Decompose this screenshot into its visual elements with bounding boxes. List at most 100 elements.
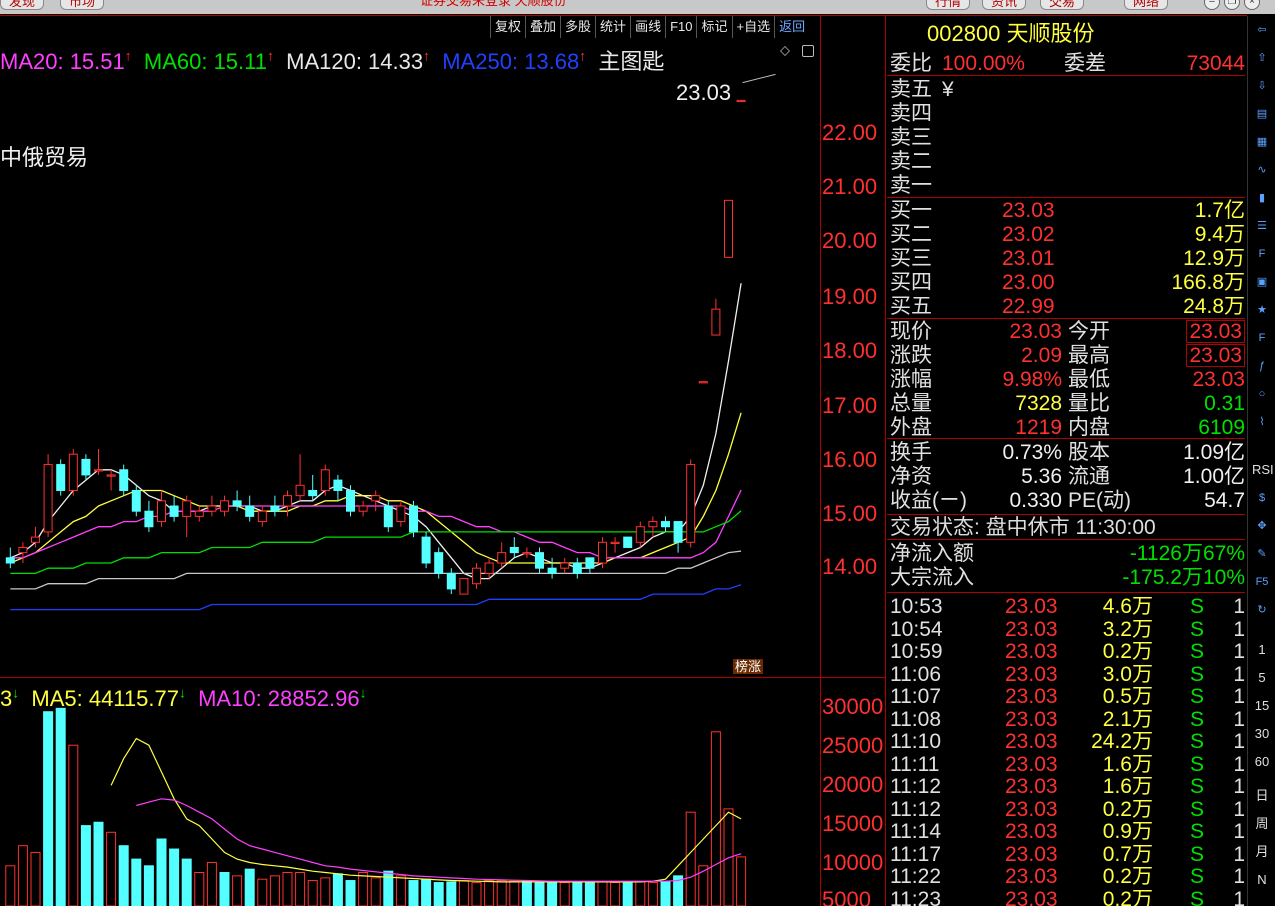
period-30min[interactable]: 30 bbox=[1252, 724, 1272, 744]
separator bbox=[887, 592, 1245, 593]
volume-bar bbox=[43, 711, 54, 906]
period-15min[interactable]: 15 bbox=[1252, 696, 1272, 716]
f12-icon[interactable]: F bbox=[1252, 328, 1272, 348]
candle-icon[interactable]: ▮ bbox=[1252, 188, 1272, 208]
tick-row[interactable]: 11:10 23.03 24.2万 S 1 bbox=[890, 730, 1245, 753]
tick-row[interactable]: 11:11 23.03 1.6万 S 1 bbox=[890, 753, 1245, 776]
tick-volume: 0.2万 bbox=[1102, 640, 1153, 663]
restore-icon[interactable]: ❐ bbox=[1224, 0, 1240, 10]
volume-bar bbox=[269, 875, 280, 906]
info-button[interactable]: 资讯 bbox=[982, 0, 1027, 10]
price-tick-19: 19.00 bbox=[822, 284, 878, 309]
fundamental-label: 流通 bbox=[1068, 465, 1110, 488]
report-icon[interactable]: ▤ bbox=[1252, 104, 1272, 124]
dollar-icon[interactable]: $ bbox=[1252, 488, 1272, 508]
volume-bar bbox=[332, 873, 343, 906]
buy-level-price: 23.03 bbox=[1002, 199, 1055, 222]
flow-value: -1126万67% bbox=[1129, 542, 1245, 565]
tick-side: S bbox=[1190, 707, 1205, 731]
candle-body bbox=[106, 474, 116, 477]
tick-price: 23.03 bbox=[1005, 820, 1058, 843]
tick-price: 23.03 bbox=[1005, 730, 1058, 753]
buy-level-label: 买二 bbox=[890, 223, 932, 246]
tick-count: 1 bbox=[1233, 640, 1245, 663]
candle-body bbox=[509, 546, 519, 554]
trade-button[interactable]: 交易 bbox=[1040, 0, 1085, 10]
kline-chart[interactable] bbox=[0, 0, 820, 906]
tick-row[interactable]: 11:23 23.03 0.2万 S 1 bbox=[890, 888, 1245, 906]
tick-row[interactable]: 10:53 23.03 4.6万 S 1 bbox=[890, 595, 1245, 618]
tick-row[interactable]: 11:08 23.03 2.1万 S 1 bbox=[890, 708, 1245, 731]
minimize-icon[interactable]: – bbox=[1204, 0, 1220, 10]
vol_ma10-line bbox=[136, 798, 742, 882]
candle-body bbox=[560, 562, 570, 569]
f5-icon[interactable]: F5 bbox=[1252, 572, 1272, 592]
period-N[interactable]: N bbox=[1252, 870, 1272, 890]
arrow-up-icon[interactable]: ⇧ bbox=[1252, 48, 1272, 68]
list-icon[interactable]: ☰ bbox=[1252, 216, 1272, 236]
tick-side: S bbox=[1190, 662, 1205, 686]
tick-row[interactable]: 11:12 23.03 1.6万 S 1 bbox=[890, 775, 1245, 798]
period-60min[interactable]: 60 bbox=[1252, 752, 1272, 772]
period-1min[interactable]: 1 bbox=[1252, 640, 1272, 660]
candle-body bbox=[711, 308, 721, 336]
tick-row[interactable]: 11:07 23.03 0.5万 S 1 bbox=[890, 685, 1245, 708]
tick-row[interactable]: 11:06 23.03 3.0万 S 1 bbox=[890, 663, 1245, 686]
tick-count: 1 bbox=[1233, 865, 1245, 888]
volume-bar bbox=[156, 838, 167, 906]
flow-row: 净流入额 -1126万67% bbox=[890, 542, 1245, 565]
stat-value: 2.09 bbox=[1021, 344, 1062, 367]
stat-value: 23.03 bbox=[1186, 344, 1245, 367]
sell-level-row: 卖二 bbox=[890, 150, 1245, 173]
volume-bar bbox=[584, 882, 595, 906]
tick-time: 11:22 bbox=[890, 865, 941, 888]
stat-value: 7328 bbox=[1015, 392, 1062, 415]
volume-bar bbox=[383, 870, 394, 906]
pencil-icon[interactable]: ✎ bbox=[1252, 544, 1272, 564]
move-icon[interactable]: ✥ bbox=[1252, 516, 1272, 536]
tick-row[interactable]: 11:12 23.03 0.2万 S 1 bbox=[890, 798, 1245, 821]
tick-volume: 3.2万 bbox=[1102, 617, 1153, 641]
tick-row[interactable]: 11:17 23.03 0.7万 S 1 bbox=[890, 843, 1245, 866]
tick-row[interactable]: 11:14 23.03 0.9万 S 1 bbox=[890, 820, 1245, 843]
arrow-left-icon[interactable]: ⇦ bbox=[1252, 20, 1272, 40]
buy-level-volume: 9.4万 bbox=[1194, 223, 1245, 246]
candle-body bbox=[295, 484, 305, 497]
period-周[interactable]: 周 bbox=[1252, 814, 1272, 834]
line-chart-icon[interactable]: ∿ bbox=[1252, 160, 1272, 180]
tick-row[interactable]: 10:54 23.03 3.2万 S 1 bbox=[890, 618, 1245, 641]
candle-body bbox=[409, 505, 418, 533]
period-5min[interactable]: 5 bbox=[1252, 668, 1272, 688]
period-月[interactable]: 月 bbox=[1252, 842, 1272, 862]
close-icon[interactable]: × bbox=[1244, 0, 1260, 10]
grid-icon[interactable]: ▦ bbox=[1252, 132, 1272, 152]
volume-bar bbox=[622, 882, 633, 906]
f10-icon[interactable]: F bbox=[1252, 244, 1272, 264]
tick-time: 10:54 bbox=[890, 617, 943, 641]
sell-level-price: ¥ bbox=[942, 78, 954, 101]
formula-icon[interactable]: ƒ bbox=[1252, 356, 1272, 376]
tick-volume: 0.7万 bbox=[1102, 842, 1153, 866]
refresh-icon[interactable]: ↻ bbox=[1252, 600, 1272, 620]
favorite-icon[interactable]: ★ bbox=[1252, 300, 1272, 320]
tick-side: S bbox=[1190, 685, 1205, 708]
stat-label: 内盘 bbox=[1068, 416, 1110, 439]
tick-row[interactable]: 10:59 23.03 0.2万 S 1 bbox=[890, 640, 1245, 663]
arrow-down-icon[interactable]: ⇩ bbox=[1252, 76, 1272, 96]
tick-row[interactable]: 11:22 23.03 0.2万 S 1 bbox=[890, 865, 1245, 888]
volume-bar bbox=[345, 880, 356, 906]
period-日[interactable]: 日 bbox=[1252, 786, 1272, 806]
tick-price: 23.03 bbox=[1005, 842, 1058, 866]
buy-level-label: 买三 bbox=[890, 247, 932, 270]
tick-count: 1 bbox=[1233, 707, 1245, 731]
tick-volume: 0.5万 bbox=[1102, 685, 1153, 708]
tick-price: 23.03 bbox=[1005, 707, 1058, 731]
stat-value: 23.03 bbox=[1192, 368, 1245, 391]
settings-icon[interactable]: ○ bbox=[1252, 384, 1272, 404]
rsi-button[interactable]: RSI bbox=[1252, 460, 1274, 480]
news-icon[interactable]: ▣ bbox=[1252, 272, 1272, 292]
kline-icon[interactable]: ⌇ bbox=[1252, 412, 1272, 432]
candle-body bbox=[736, 99, 746, 103]
network-button[interactable]: 网络 bbox=[1124, 0, 1169, 10]
quote-button[interactable]: 行情 bbox=[926, 0, 971, 10]
